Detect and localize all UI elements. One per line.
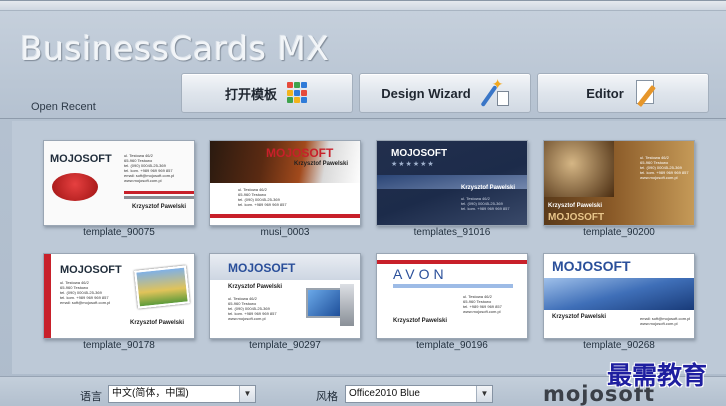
title-bar-strip	[0, 1, 726, 11]
card-person: Krzysztof Pawelski	[552, 314, 607, 320]
card-logo: MOJOSOFT	[60, 264, 122, 276]
watermark: 最需教育	[607, 361, 708, 390]
template-label: musi_0003	[260, 227, 310, 238]
template-grid-icon	[287, 82, 309, 104]
editor-button[interactable]: Editor	[537, 73, 709, 113]
style-value: Office2010 Blue	[349, 388, 420, 399]
template-card-90297[interactable]: MOJOSOFT Krzysztof Pawelski ul. Testowa …	[209, 253, 361, 339]
template-label: template_90297	[249, 340, 321, 351]
design-wizard-button[interactable]: Design Wizard ✦	[359, 73, 531, 113]
app-window: BusinessCards MX Open Recent 打开模板 Design…	[0, 0, 726, 406]
card-logo: MOJOSOFT	[552, 258, 631, 274]
template-card-90268[interactable]: MOJOSOFT Krzysztof Pawelski email: soft@…	[543, 253, 695, 339]
template-card-90196[interactable]: AVON ul. Testowa 46/2 65-960 Testowo tel. …	[376, 253, 528, 339]
open-template-button[interactable]: 打开模板	[181, 73, 353, 113]
template-label: template_90196	[416, 340, 488, 351]
card-person: Krzysztof Pawelski	[132, 204, 187, 210]
template-card-90200[interactable]: ul. Testowa 46/2 65-960 Testowo tel. (090)…	[543, 140, 695, 226]
house-image	[134, 265, 190, 309]
template-label: template_90268	[583, 340, 655, 351]
template-card-91016[interactable]: MOJOSOFT ★★★★★★ Krzysztof Pawelski ul. T…	[376, 140, 528, 226]
card-person: Krzysztof Pawelski	[294, 161, 349, 167]
card-logo: MOJOSOFT	[391, 148, 448, 159]
template-label: template_90178	[83, 340, 155, 351]
style-label: 风格	[316, 391, 338, 403]
coffee-cup-image	[52, 173, 98, 201]
card-logo: MOJOSOFT	[228, 261, 296, 275]
style-select[interactable]: Office2010 Blue ▼	[345, 385, 493, 403]
open-template-label: 打开模板	[224, 86, 277, 102]
editor-label: Editor	[586, 85, 624, 101]
chevron-down-icon[interactable]: ▼	[239, 386, 255, 402]
card-person: Krzysztof Pawelski	[228, 284, 283, 290]
template-label: template_90075	[83, 227, 155, 238]
card-logo: MOJOSOFT	[548, 212, 605, 223]
open-recent-label: Open Recent	[31, 101, 96, 113]
template-card-musi-0003[interactable]: MOJOSOFT Krzysztof Pawelski ul. Testowa …	[209, 140, 361, 226]
edit-document-icon	[634, 78, 660, 108]
language-select[interactable]: 中文(简体，中国) ▼	[108, 385, 256, 403]
card-person: Krzysztof Pawelski	[130, 320, 185, 326]
card-logo: MOJOSOFT	[266, 146, 334, 160]
app-title: BusinessCards MX	[20, 29, 330, 68]
road-image	[544, 278, 694, 310]
language-label: 语言	[80, 391, 102, 403]
card-logo: MOJOSOFT	[50, 153, 112, 165]
card-person: Krzysztof Pawelski	[461, 185, 516, 191]
language-value: 中文(简体，中国)	[112, 388, 189, 399]
design-wizard-label: Design Wizard	[381, 85, 471, 101]
toolbar-divider	[0, 118, 726, 119]
gavel-image	[544, 141, 614, 197]
template-card-90075[interactable]: MOJOSOFT ul. Testowa 46/2 65-960 Testowo t…	[43, 140, 195, 226]
template-label: template_90200	[583, 227, 655, 238]
template-card-90178[interactable]: MOJOSOFT ul. Testowa 46/2 65-960 Testowo t…	[43, 253, 195, 339]
card-logo: AVON	[393, 266, 448, 282]
computer-image	[306, 288, 342, 318]
card-person: Krzysztof Pawelski	[548, 203, 603, 209]
card-person: Krzysztof Pawelski	[393, 318, 448, 324]
magic-wand-icon: ✦	[480, 76, 509, 107]
chevron-down-icon[interactable]: ▼	[476, 386, 492, 402]
template-label: templates_91016	[413, 227, 491, 238]
